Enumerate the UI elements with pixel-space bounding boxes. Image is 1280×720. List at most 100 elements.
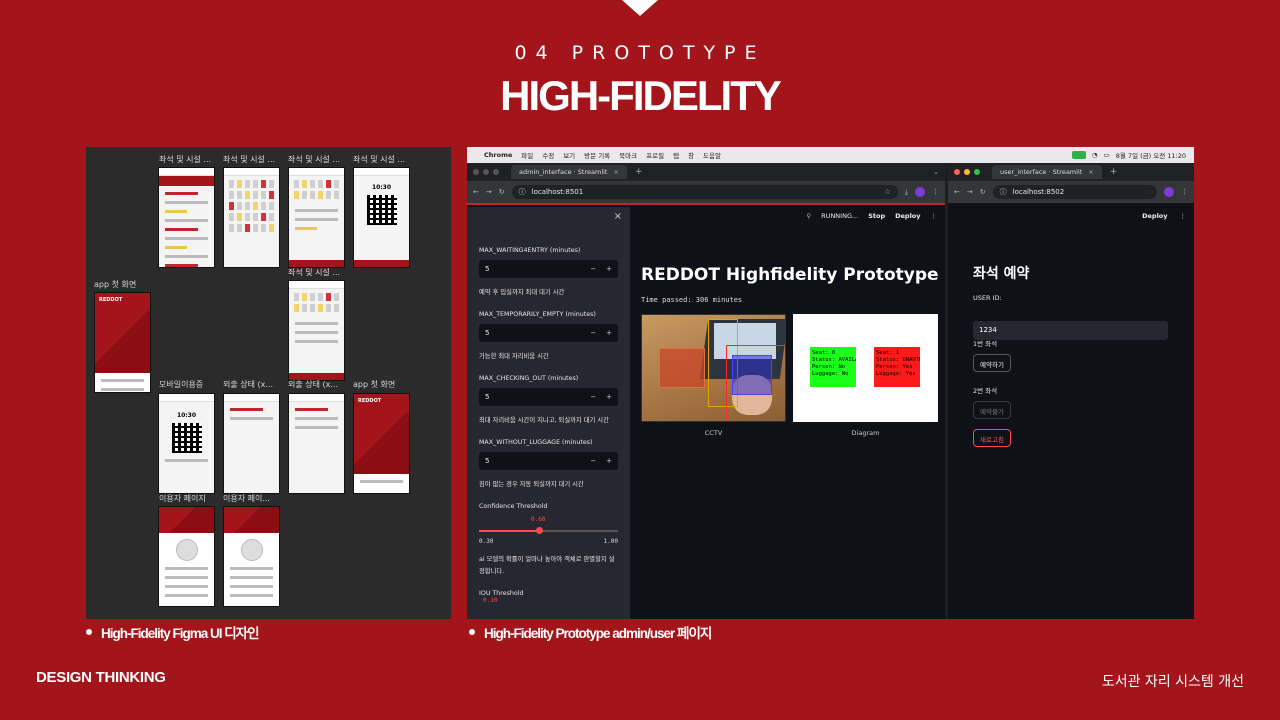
main-menu-icon[interactable]: ⋮ <box>931 212 938 220</box>
frame-user-page-2[interactable] <box>223 506 280 607</box>
back-icon[interactable]: ← <box>954 188 960 196</box>
window-max-dot[interactable] <box>974 169 980 175</box>
frame-app-home[interactable]: REDDOT <box>94 292 151 393</box>
footer-left: DESIGN THINKING <box>36 669 166 686</box>
camera-icon[interactable] <box>1071 151 1086 159</box>
cctv-caption: CCTV <box>704 429 723 437</box>
window-min-dot[interactable] <box>483 169 489 175</box>
window-max-dot[interactable] <box>493 169 499 175</box>
frame-label[interactable]: 좌석 및 시설 ... <box>288 267 340 278</box>
frame-user-page[interactable] <box>158 506 215 607</box>
menu-file[interactable]: 파일 <box>521 150 533 160</box>
frame-label[interactable]: 좌석 및 시설 ... <box>353 154 405 165</box>
close-sidebar-icon[interactable]: × <box>614 211 622 222</box>
site-info-icon[interactable]: ⓘ <box>1000 187 1007 197</box>
deploy-button[interactable]: Deploy <box>895 212 920 220</box>
frame-label[interactable]: app 첫 화면 <box>94 279 136 290</box>
frame-label[interactable]: 이용자 페이지 <box>159 493 206 504</box>
minus-button[interactable]: − <box>590 329 596 337</box>
refresh-button[interactable]: 새로고침 <box>973 429 1011 447</box>
deploy-button[interactable]: Deploy <box>1142 212 1167 220</box>
tab-admin[interactable]: admin_interface · Streamlit × <box>511 165 627 179</box>
frame-app-home-2[interactable]: REDDOT <box>353 393 410 494</box>
setting-label: MAX_WITHOUT_LUGGAGE (minutes) <box>479 439 593 446</box>
new-tab-icon[interactable]: + <box>635 167 643 177</box>
frame-label[interactable]: 좌석 및 시설 ... <box>159 154 211 165</box>
confidence-slider[interactable]: 0.60 <box>479 516 618 536</box>
clock[interactable]: 8월 7일 (금) 오전 11:20 <box>1116 150 1186 160</box>
frame-qr-confirm[interactable]: 10:30 <box>353 167 410 268</box>
frame-label[interactable]: 좌석 및 시설 ... <box>223 154 275 165</box>
profile-icon[interactable] <box>1164 187 1174 197</box>
menu-edit[interactable]: 수정 <box>542 150 554 160</box>
star-icon[interactable]: ☆ <box>885 188 891 196</box>
minus-button[interactable]: − <box>590 393 596 401</box>
frame-mobile-pass[interactable]: 10:30 <box>158 393 215 494</box>
frame-seat-detail[interactable] <box>288 167 345 268</box>
reload-icon[interactable]: ↻ <box>499 188 505 196</box>
number-input[interactable]: 5 − + <box>479 388 618 406</box>
site-info-icon[interactable]: ⓘ <box>519 187 526 197</box>
close-icon[interactable]: × <box>1088 168 1093 176</box>
number-input[interactable]: 5 − + <box>479 452 618 470</box>
window-close-dot[interactable] <box>954 169 960 175</box>
frame-label[interactable]: app 첫 화면 <box>353 379 395 390</box>
menu-view[interactable]: 보기 <box>563 150 575 160</box>
new-tab-icon[interactable]: + <box>1110 167 1118 177</box>
frame-label[interactable]: 이용자 페이... <box>223 493 270 504</box>
tab-user[interactable]: user_interface · Streamlit × <box>992 165 1102 179</box>
menu-window[interactable]: 창 <box>688 150 694 160</box>
frame-label[interactable]: 외출 상태 (x... <box>223 379 273 390</box>
frame-label[interactable]: 외출 상태 (x... <box>288 379 338 390</box>
slider-thumb[interactable] <box>536 527 543 534</box>
more-icon[interactable]: ⋮ <box>932 188 939 196</box>
profile-icon[interactable] <box>915 187 925 197</box>
forward-icon[interactable]: → <box>486 188 492 196</box>
number-input[interactable]: 5 − + <box>479 324 618 342</box>
reserve-seat1-button[interactable]: 예약하기 <box>973 354 1011 372</box>
menu-tab[interactable]: 탭 <box>673 150 679 160</box>
number-value: 5 <box>485 393 490 401</box>
download-icon[interactable]: ⤓ <box>905 188 908 197</box>
frame-seat-list[interactable] <box>158 167 215 268</box>
address-bar[interactable]: ⓘ localhost:8502 <box>992 185 1157 199</box>
battery-icon[interactable]: ▭ <box>1104 151 1110 159</box>
plus-button[interactable]: + <box>606 393 612 401</box>
wifi-icon[interactable]: ◔ <box>1092 151 1098 159</box>
main-menu-icon[interactable]: ⋮ <box>1180 212 1187 220</box>
minus-button[interactable]: − <box>590 457 596 465</box>
confidence-label: Confidence Threshold <box>479 503 548 510</box>
user-id-input[interactable]: 1234 <box>973 321 1168 340</box>
reserve-seat2-button[interactable]: 예약불가 <box>973 401 1011 419</box>
minus-button[interactable]: − <box>590 265 596 273</box>
frame-away-status-2[interactable] <box>288 393 345 494</box>
number-input[interactable]: 5 − + <box>479 260 618 278</box>
user-id-label: USER ID: <box>973 294 1002 302</box>
back-icon[interactable]: ← <box>473 188 479 196</box>
window-min-dot[interactable] <box>964 169 970 175</box>
setting-help: 예약 후 입실까지 최대 대기 시간 <box>479 289 565 296</box>
menu-bookmarks[interactable]: 북마크 <box>619 150 637 160</box>
more-icon[interactable]: ⋮ <box>1181 188 1188 196</box>
chevron-down-icon[interactable]: ⌄ <box>933 168 939 176</box>
menu-chrome[interactable]: Chrome <box>484 151 512 159</box>
menu-help[interactable]: 도움말 <box>703 150 721 160</box>
frame-away-status[interactable] <box>223 393 280 494</box>
frame-label[interactable]: 좌석 및 시설 ... <box>288 154 340 165</box>
forward-icon[interactable]: → <box>967 188 973 196</box>
close-icon[interactable]: × <box>613 168 618 176</box>
plus-button[interactable]: + <box>606 457 612 465</box>
plus-button[interactable]: + <box>606 329 612 337</box>
address-bar[interactable]: ⓘ localhost:8501 ☆ <box>511 185 898 199</box>
stop-button[interactable]: Stop <box>868 212 885 220</box>
tab-title: admin_interface · Streamlit <box>519 168 608 176</box>
reload-icon[interactable]: ↻ <box>980 188 986 196</box>
frame-seat-facility[interactable] <box>288 280 345 381</box>
frame-seat-map[interactable] <box>223 167 280 268</box>
cctv-image <box>641 314 786 422</box>
frame-label[interactable]: 모바일이용증 <box>159 379 203 390</box>
window-close-dot[interactable] <box>473 169 479 175</box>
plus-button[interactable]: + <box>606 265 612 273</box>
menu-history[interactable]: 방문 기록 <box>584 150 610 160</box>
menu-profiles[interactable]: 프로필 <box>646 150 664 160</box>
